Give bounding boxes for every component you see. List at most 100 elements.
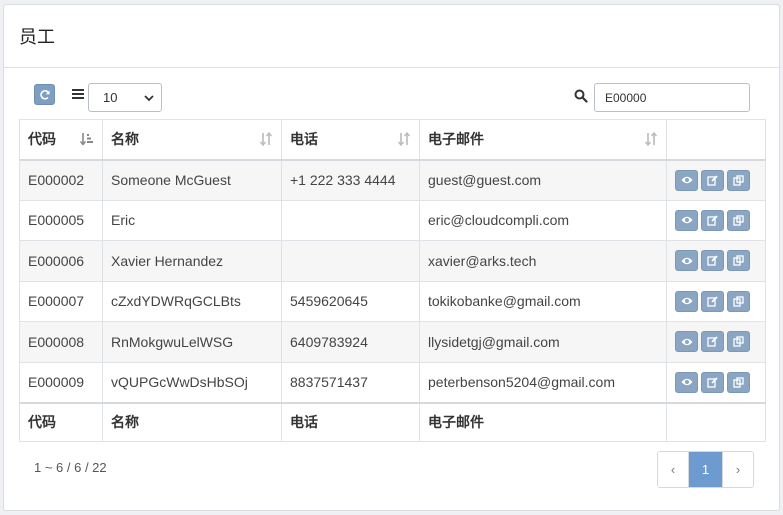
column-header-code[interactable]: 代码 — [19, 119, 103, 161]
footer-phone: 电话 — [281, 401, 420, 442]
copy-icon — [733, 174, 744, 186]
refresh-icon — [39, 89, 50, 100]
view-button[interactable] — [675, 250, 698, 272]
cell-email: guest@guest.com — [419, 159, 667, 201]
view-button[interactable] — [675, 290, 698, 312]
cell-actions — [666, 199, 766, 241]
cell-code: E000009 — [19, 361, 103, 403]
cell-name: Someone McGuest — [102, 159, 282, 201]
cell-actions — [666, 159, 766, 201]
edit-icon — [707, 174, 718, 186]
columns-menu-icon[interactable] — [72, 89, 84, 100]
copy-button[interactable] — [727, 209, 750, 231]
edit-button[interactable] — [701, 250, 724, 272]
footer-code: 代码 — [19, 401, 103, 442]
copy-icon — [733, 376, 744, 388]
copy-icon — [733, 215, 744, 226]
sort-asc-icon — [80, 133, 93, 146]
edit-icon — [707, 255, 718, 266]
cell-phone: 8837571437 — [281, 361, 420, 403]
cell-name: Eric — [102, 199, 282, 241]
view-button[interactable] — [675, 331, 698, 353]
cell-email: eric@cloudcompli.com — [419, 199, 667, 241]
cell-email: llysidetgj@gmail.com — [419, 321, 667, 363]
footer-name: 名称 — [102, 401, 282, 442]
cell-actions — [666, 280, 766, 322]
cell-email: peterbenson5204@gmail.com — [419, 361, 667, 403]
view-icon — [681, 338, 692, 345]
refresh-button[interactable] — [34, 84, 55, 105]
table-row: E000006 Xavier Hernandez xavier@arks.tech — [19, 240, 766, 282]
view-button[interactable] — [675, 371, 698, 393]
copy-button[interactable] — [727, 250, 750, 272]
cell-actions — [666, 321, 766, 363]
cell-phone: 6409783924 — [281, 321, 420, 363]
footer-actions — [666, 401, 766, 442]
table-row: E000007 cZxdYDWRqGCLBts 5459620645 tokikoba… — [19, 280, 766, 322]
cell-actions — [666, 240, 766, 282]
table-row: E000009 vQUPGcWwDsHbSOj 8837571437 peterben… — [19, 361, 766, 403]
search-icon — [574, 89, 588, 103]
panel-header: 员工 — [4, 5, 779, 68]
page-1-button[interactable]: 1 — [689, 452, 722, 487]
pagination-summary: 1 ~ 6 / 6 / 22 — [34, 460, 107, 475]
sort-icon — [397, 132, 411, 146]
view-icon — [681, 378, 692, 386]
edit-icon — [707, 376, 718, 388]
cell-phone — [281, 199, 420, 241]
cell-email: xavier@arks.tech — [419, 240, 667, 282]
cell-name: cZxdYDWRqGCLBts — [102, 280, 282, 322]
view-icon — [681, 217, 692, 224]
edit-icon — [707, 215, 718, 226]
cell-email: tokikobanke@gmail.com — [419, 280, 667, 322]
edit-icon — [707, 296, 718, 307]
cell-code: E000008 — [19, 321, 103, 363]
cell-phone — [281, 240, 420, 282]
cell-code: E000007 — [19, 280, 103, 322]
employees-table: 代码 名称 电话 电子邮件 E000002 Someone McGuest +1… — [19, 119, 766, 442]
cell-phone: 5459620645 — [281, 280, 420, 322]
view-icon — [681, 176, 692, 184]
employees-panel: 员工 10 代码 — [3, 4, 780, 511]
copy-button[interactable] — [727, 169, 750, 191]
copy-icon — [733, 336, 744, 347]
copy-button[interactable] — [727, 290, 750, 312]
view-button[interactable] — [675, 209, 698, 231]
cell-name: vQUPGcWwDsHbSOj — [102, 361, 282, 403]
edit-button[interactable] — [701, 290, 724, 312]
table-footer-row: 代码 名称 电话 电子邮件 — [19, 401, 766, 442]
cell-code: E000002 — [19, 159, 103, 201]
chevron-down-icon — [144, 95, 154, 102]
column-header-email[interactable]: 电子邮件 — [419, 119, 667, 161]
copy-button[interactable] — [727, 331, 750, 353]
footer-email: 电子邮件 — [419, 401, 667, 442]
cell-name: Xavier Hernandez — [102, 240, 282, 282]
cell-code: E000005 — [19, 199, 103, 241]
cell-phone: +1 222 333 4444 — [281, 159, 420, 201]
column-header-actions — [666, 119, 766, 161]
edit-button[interactable] — [701, 169, 724, 191]
search-input[interactable] — [594, 83, 750, 112]
table-header-row: 代码 名称 电话 电子邮件 — [19, 119, 766, 161]
sort-icon — [259, 132, 273, 146]
edit-button[interactable] — [701, 371, 724, 393]
view-button[interactable] — [675, 169, 698, 191]
edit-icon — [707, 336, 718, 347]
page-size-select[interactable]: 10 — [88, 83, 162, 112]
cell-actions — [666, 361, 766, 403]
edit-button[interactable] — [701, 209, 724, 231]
table-row: E000002 Someone McGuest +1 222 333 4444 gue… — [19, 159, 766, 201]
pagination: ‹ 1 › — [657, 451, 754, 488]
page-size-value: 10 — [103, 90, 118, 105]
copy-icon — [733, 255, 744, 266]
previous-page-button[interactable]: ‹ — [658, 452, 689, 487]
view-icon — [681, 298, 692, 305]
copy-icon — [733, 296, 744, 307]
column-header-name[interactable]: 名称 — [102, 119, 282, 161]
table-row: E000008 RnMokgwuLelWSG 6409783924 llysidetg… — [19, 321, 766, 363]
edit-button[interactable] — [701, 331, 724, 353]
column-header-phone[interactable]: 电话 — [281, 119, 420, 161]
next-page-button[interactable]: › — [722, 452, 753, 487]
copy-button[interactable] — [727, 371, 750, 393]
sort-icon — [644, 132, 658, 146]
